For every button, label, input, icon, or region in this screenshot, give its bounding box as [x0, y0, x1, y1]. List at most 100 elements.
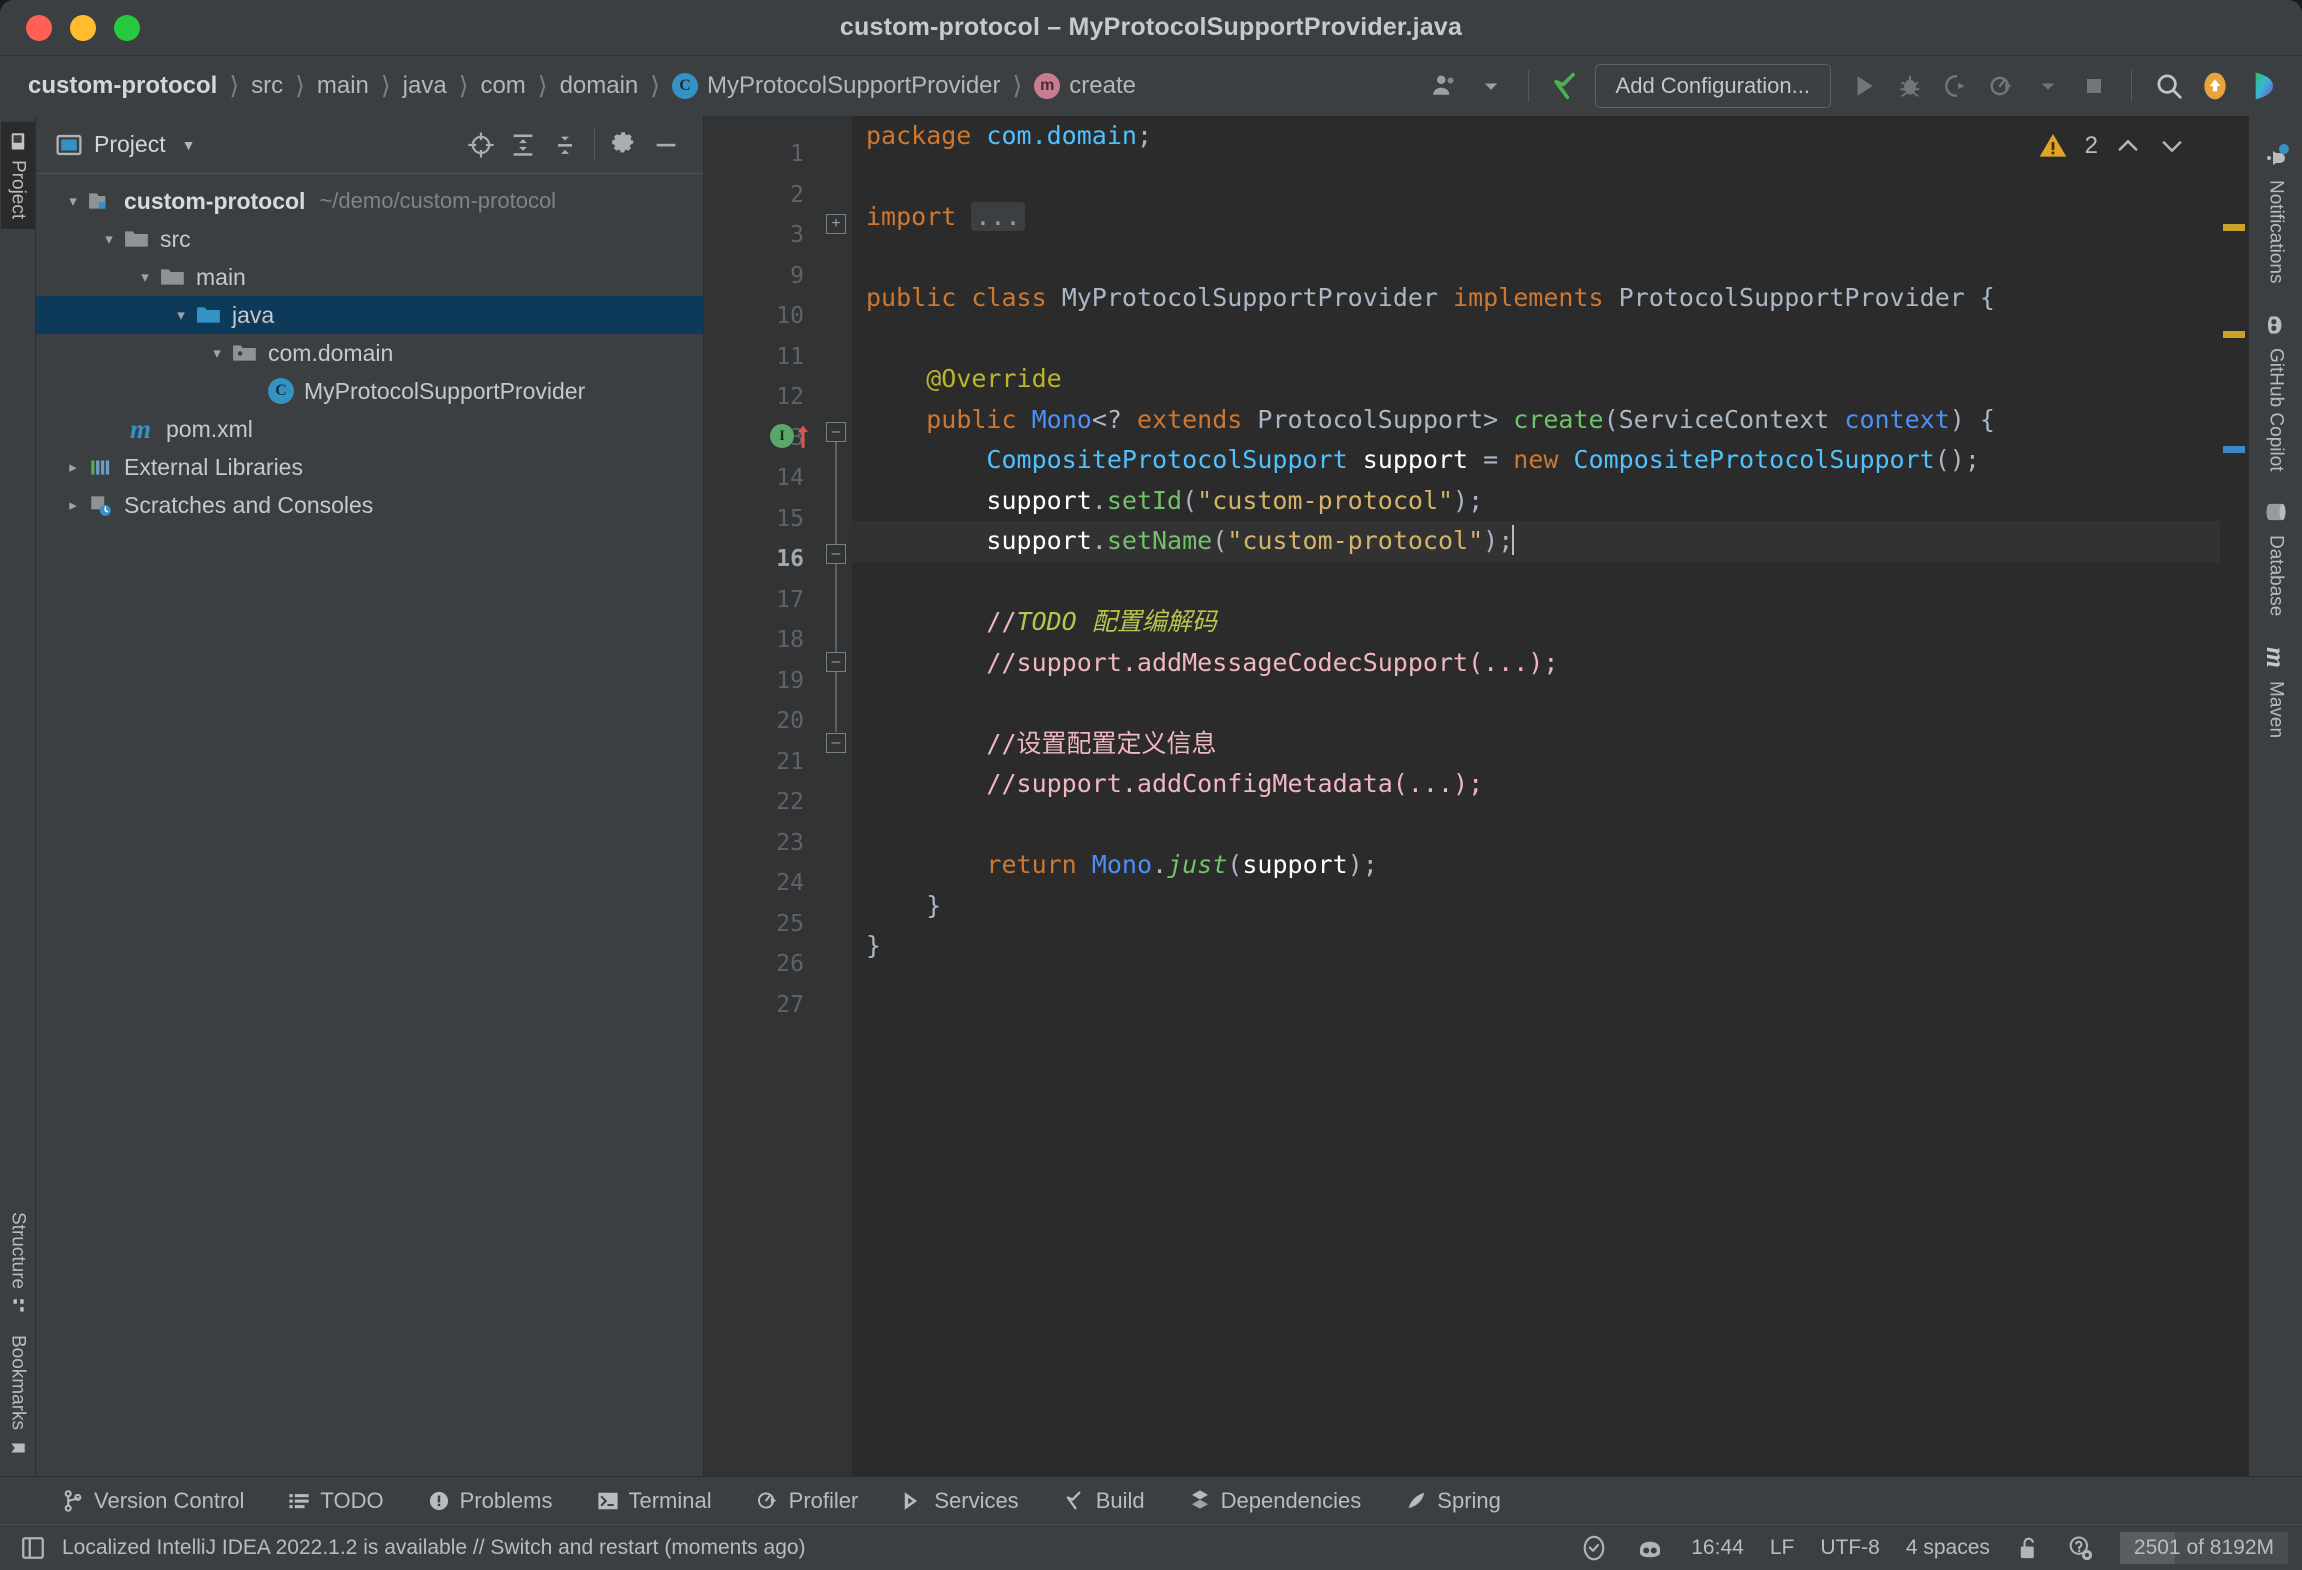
inspections-widget-icon[interactable] [1579, 1533, 1609, 1563]
chevron-up-icon[interactable] [2114, 132, 2142, 160]
fold-collapse-icon[interactable]: – [826, 422, 846, 442]
sidebar-item-github-copilot[interactable]: GitHub Copilot [2257, 298, 2295, 486]
project-panel-header: Project ▼ [36, 116, 703, 174]
breadcrumb-item-project[interactable]: custom-protocol [26, 72, 219, 100]
memory-indicator[interactable]: 2501 of 8192M [2119, 1531, 2288, 1564]
breadcrumb-item-com[interactable]: com [478, 72, 527, 100]
sidebar-item-bookmarks[interactable]: Bookmarks [1, 1325, 35, 1468]
fold-collapse-icon[interactable]: – [826, 733, 846, 753]
breadcrumb-item-class[interactable]: C MyProtocolSupportProvider [670, 72, 1002, 100]
inspection-widget[interactable]: 2 [2037, 130, 2186, 162]
toolwindow-build[interactable]: Build [1063, 1488, 1145, 1514]
toolwindow-services[interactable]: Services [902, 1488, 1019, 1514]
tree-row-src[interactable]: ▾ src [36, 220, 703, 258]
status-indent[interactable]: 4 spaces [1906, 1536, 1990, 1560]
breadcrumb-item-java[interactable]: java [401, 72, 449, 100]
settings-gear-icon[interactable] [603, 124, 645, 166]
breadcrumb-item-main[interactable]: main [315, 72, 371, 100]
fold-expand-icon[interactable]: + [826, 214, 846, 234]
breadcrumb-item-method[interactable]: m create [1032, 72, 1138, 100]
run-icon[interactable] [1841, 63, 1887, 109]
toolwindow-dependencies[interactable]: Dependencies [1189, 1488, 1361, 1514]
chevron-down-icon[interactable]: ▾ [94, 230, 124, 248]
tree-row-class[interactable]: C MyProtocolSupportProvider [36, 372, 703, 410]
toolwindow-terminal[interactable]: Terminal [597, 1488, 712, 1514]
memory-label: 2501 of 8192M [2133, 1535, 2274, 1559]
toolwindow-profiler[interactable]: Profiler [756, 1488, 858, 1514]
breadcrumb-item-src[interactable]: src [249, 72, 285, 100]
expand-all-icon[interactable] [502, 124, 544, 166]
status-encoding[interactable]: UTF-8 [1820, 1536, 1880, 1560]
scrollbar-warning-mark[interactable] [2223, 331, 2245, 338]
editor-fold-column[interactable]: + – – – – [822, 116, 852, 1476]
code-editor[interactable]: 1 2 3 9 10 11 12 13 14 15 16 17 18 19 20… [704, 116, 2248, 1476]
add-configuration-button[interactable]: Add Configuration... [1594, 64, 1831, 108]
scrollbar-warning-mark[interactable] [2223, 224, 2245, 231]
run-with-profiler-icon[interactable] [1979, 63, 2025, 109]
line-number: 11 [776, 343, 804, 370]
user-icon[interactable] [1422, 63, 1468, 109]
chevron-down-icon[interactable]: ▼ [182, 137, 196, 153]
chevron-down-icon[interactable] [2025, 63, 2071, 109]
implementing-method-icon[interactable]: I [770, 423, 811, 449]
fold-collapse-icon[interactable]: – [826, 652, 846, 672]
maximize-button[interactable] [114, 14, 140, 41]
sidebar-item-structure[interactable]: Structure [1, 1202, 35, 1325]
editor-gutter[interactable]: 1 2 3 9 10 11 12 13 14 15 16 17 18 19 20… [704, 116, 822, 1476]
unlocked-icon[interactable] [2016, 1535, 2040, 1561]
tree-row-com-domain[interactable]: ▾ com.domain [36, 334, 703, 372]
minimize-button[interactable] [70, 14, 96, 41]
sidebar-item-notifications[interactable]: Notifications [2258, 132, 2294, 298]
toolwindow-todo[interactable]: TODO [288, 1488, 384, 1514]
tree-row-java[interactable]: ▾ java [36, 296, 703, 334]
sidebar-item-project[interactable]: Project [0, 122, 35, 230]
code-line-26: } [866, 931, 882, 960]
chevron-down-icon[interactable]: ▾ [58, 192, 88, 210]
tree-row-custom-protocol[interactable]: ▾ custom-protocol ~/demo/custom-protocol [36, 182, 703, 220]
tree-row-scratches[interactable]: ▸ Scratches and Consoles [36, 486, 703, 524]
terminal-icon [597, 1492, 618, 1509]
tree-row-pom[interactable]: m pom.xml [36, 410, 703, 448]
toolwindow-spring[interactable]: Spring [1405, 1488, 1501, 1514]
status-message[interactable]: Localized IntelliJ IDEA 2022.1.2 is avai… [62, 1536, 806, 1560]
build-hammer-icon[interactable] [1543, 63, 1589, 109]
status-line-separator[interactable]: LF [1770, 1536, 1795, 1560]
editor-text-area[interactable]: package com.domain; import ... public cl… [852, 116, 2248, 1476]
chevron-down-icon[interactable] [1468, 63, 1514, 109]
chevron-down-icon[interactable] [2158, 132, 2186, 160]
ide-settings-icon[interactable] [2066, 1534, 2094, 1562]
locate-icon[interactable] [460, 124, 502, 166]
sidebar-item-database[interactable]: Database [2257, 485, 2295, 630]
search-everywhere-icon[interactable] [2146, 63, 2192, 109]
stop-icon[interactable] [2071, 63, 2117, 109]
sidebar-label: Project [7, 160, 29, 220]
copilot-icon[interactable] [2238, 63, 2284, 109]
update-project-icon[interactable] [2192, 63, 2238, 109]
toggle-toolwindows-icon[interactable] [20, 1535, 46, 1561]
folded-imports[interactable]: ... [971, 202, 1025, 231]
sidebar-item-maven[interactable]: m Maven [2259, 630, 2293, 752]
editor-scrollbar[interactable] [2220, 116, 2248, 1476]
scrollbar-caret-mark[interactable] [2223, 446, 2245, 453]
chevron-down-icon[interactable]: ▾ [202, 344, 232, 362]
ide-window: custom-protocol – MyProtocolSupportProvi… [0, 0, 2302, 1570]
collapse-all-icon[interactable] [544, 124, 586, 166]
folder-icon [125, 231, 148, 247]
chevron-right-icon[interactable]: ▸ [58, 458, 88, 476]
toolwindow-version-control[interactable]: Version Control [62, 1488, 244, 1514]
chevron-down-icon[interactable]: ▾ [130, 268, 160, 286]
chevron-down-icon[interactable]: ▾ [166, 306, 196, 324]
copilot-status-icon[interactable] [1635, 1533, 1665, 1563]
toolwindow-problems[interactable]: Problems [428, 1488, 553, 1514]
build-hammer-icon [1066, 1491, 1081, 1510]
tree-row-external-libraries[interactable]: ▸ External Libraries [36, 448, 703, 486]
run-with-coverage-icon[interactable] [1933, 63, 1979, 109]
breadcrumb-item-domain[interactable]: domain [558, 72, 641, 100]
chevron-right-icon[interactable]: ▸ [58, 496, 88, 514]
debug-icon[interactable] [1887, 63, 1933, 109]
tree-row-main[interactable]: ▾ main [36, 258, 703, 296]
status-time[interactable]: 16:44 [1691, 1536, 1744, 1560]
close-button[interactable] [26, 14, 52, 41]
hide-icon[interactable] [645, 124, 687, 166]
fold-collapse-icon[interactable]: – [826, 544, 846, 564]
